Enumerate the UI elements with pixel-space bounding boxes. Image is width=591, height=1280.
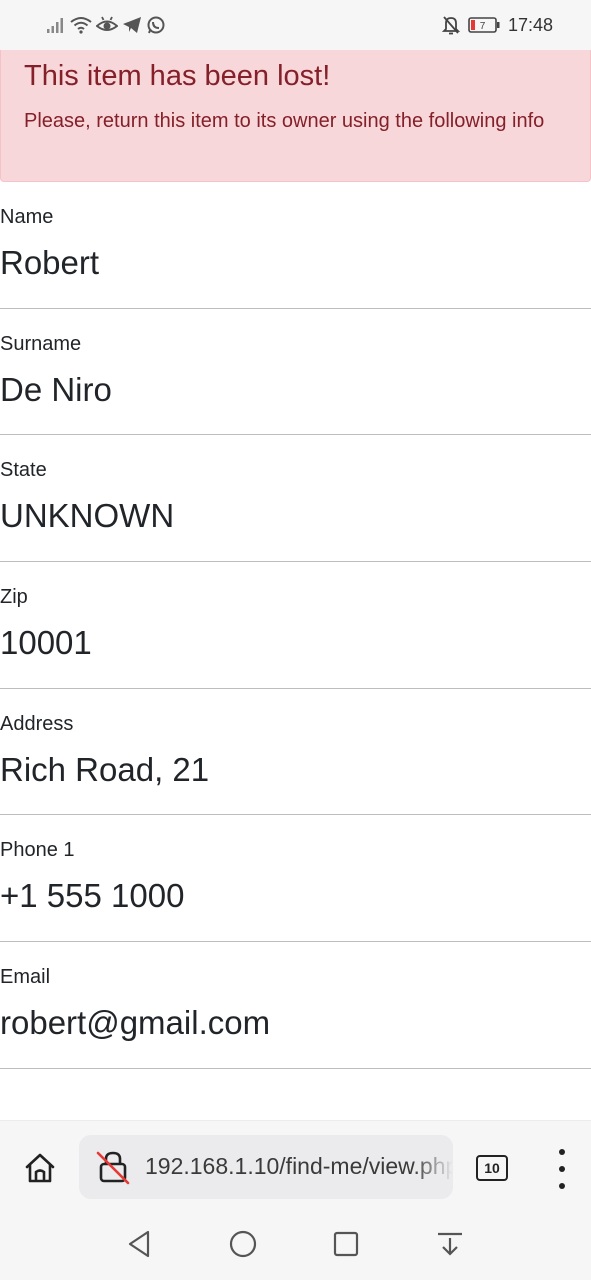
status-right-icons: 7 17:48	[441, 14, 553, 36]
field-label: Email	[0, 966, 51, 989]
field-label: Address	[0, 712, 74, 735]
field-value: Robert	[0, 244, 100, 281]
tab-count: 10	[484, 1160, 500, 1176]
battery-icon: 7	[468, 17, 500, 33]
browser-toolbar: 192.168.1.10/find-me/view.php 10	[0, 1120, 591, 1210]
more-vert-icon[interactable]	[548, 1149, 576, 1189]
lost-item-alert: This item has been lost! Please, return …	[0, 50, 591, 182]
status-time: 17:48	[507, 14, 553, 35]
field-label: State	[0, 459, 47, 482]
wifi-icon	[70, 17, 92, 34]
battery-level: 7	[480, 21, 486, 32]
url-text: 192.168.1.10/find-me/view.php	[145, 1153, 453, 1179]
field-state: State UNKNOWN	[0, 435, 591, 563]
field-value: De Niro	[0, 370, 112, 408]
notification-pull-icon[interactable]	[434, 1228, 466, 1260]
field-surname: Surname De Niro	[0, 309, 591, 436]
signal-icon	[47, 18, 63, 33]
home-icon	[25, 1153, 55, 1183]
status-bar: 7 17:48	[0, 0, 591, 50]
field-label: Surname	[0, 332, 82, 355]
field-label: Phone 1	[0, 839, 75, 862]
field-label: Zip	[0, 586, 28, 609]
field-value: +1 555 1000	[0, 877, 185, 915]
field-email: Email robert@gmail.com	[0, 942, 591, 1069]
field-value: UNKNOWN	[0, 497, 175, 535]
not-secure-lock-icon[interactable]	[95, 1149, 131, 1185]
recents-icon[interactable]	[330, 1228, 362, 1260]
field-value: Rich Road, 21	[0, 750, 210, 788]
navigation-bar	[0, 1210, 591, 1280]
field-label: Name	[0, 206, 54, 228]
eye-icon	[96, 16, 118, 31]
alert-message: Please, return this item to its owner us…	[24, 110, 545, 132]
field-address: Address Rich Road, 21	[0, 689, 591, 816]
home-button[interactable]	[18, 1146, 62, 1190]
telegram-icon	[123, 17, 141, 33]
field-value: robert@gmail.com	[0, 1004, 271, 1042]
back-icon[interactable]	[124, 1228, 156, 1260]
alert-title: This item has been lost!	[24, 60, 331, 92]
bell-off-icon	[441, 16, 460, 35]
address-bar[interactable]: 192.168.1.10/find-me/view.php	[79, 1135, 453, 1199]
field-name: Name Robert	[0, 182, 591, 309]
field-phone-1: Phone 1 +1 555 1000	[0, 815, 591, 943]
owner-info-list: Name Robert Surname De Niro State UNKNOW…	[0, 182, 591, 1069]
url-fade	[413, 1135, 453, 1199]
field-value: 10001	[0, 624, 92, 662]
field-zip: Zip 10001	[0, 562, 591, 689]
tabs-button[interactable]: 10	[476, 1155, 508, 1181]
home-circle-icon[interactable]	[227, 1228, 259, 1260]
status-left-icons	[46, 14, 166, 36]
whatsapp-icon	[147, 16, 165, 34]
